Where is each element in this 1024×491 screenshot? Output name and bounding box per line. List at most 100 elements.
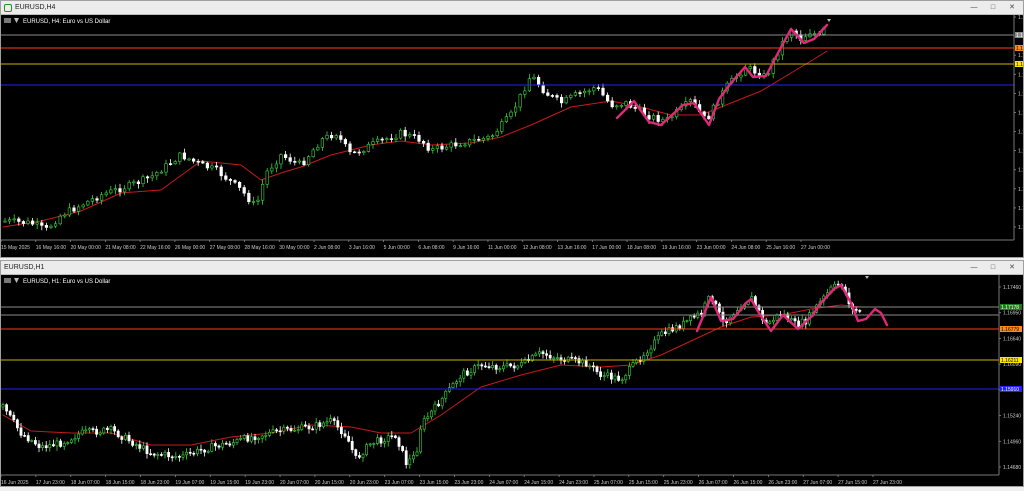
window-title: EURUSD,H4 <box>15 4 56 11</box>
candle <box>59 440 63 447</box>
candle <box>181 454 185 458</box>
minimize-icon[interactable]: — <box>965 1 983 14</box>
x-axis-label: 26 Jun 07:00 <box>699 480 728 486</box>
candle <box>624 375 628 381</box>
candle <box>397 437 401 447</box>
candle <box>350 441 354 450</box>
close-icon[interactable]: ✕ <box>1003 261 1021 274</box>
candle <box>361 454 365 458</box>
candle <box>354 449 358 456</box>
candle <box>647 115 651 120</box>
candle <box>476 364 480 367</box>
chart-canvas[interactable]: 1.174601.169501.166401.160901.155201.152… <box>0 275 1023 486</box>
candle <box>444 390 448 399</box>
candle <box>120 436 124 440</box>
candle <box>224 175 228 180</box>
y-axis-label: 1.14680 <box>1003 465 1021 471</box>
candle <box>90 198 94 202</box>
candle <box>185 452 189 456</box>
candle <box>380 138 384 141</box>
candle <box>555 95 559 98</box>
price-tag-label: 1.1 <box>1016 62 1023 68</box>
chart-canvas[interactable]: 1.11.11.11.11.11.11.11.11.11.11.11.11.11… <box>0 15 1024 257</box>
candle <box>552 357 556 360</box>
minimize-icon[interactable]: — <box>965 261 983 274</box>
candle <box>98 432 102 435</box>
candle <box>559 96 564 104</box>
x-axis-label: 25 Jun 07:00 <box>594 480 623 486</box>
candle <box>81 204 85 208</box>
candle <box>599 371 603 377</box>
price-chart-h4[interactable]: 1.11.11.11.11.11.11.11.11.11.11.11.11.11… <box>0 15 1024 257</box>
price-tag-label: 1.16211 <box>1001 358 1019 364</box>
candle <box>141 176 145 185</box>
chart-symbol-label: EURUSD, H4: Euro vs US Dollar <box>23 19 110 25</box>
candle <box>663 331 667 334</box>
candle <box>53 223 58 227</box>
candle <box>303 424 307 427</box>
candle <box>33 440 37 445</box>
candle <box>113 426 117 432</box>
candle <box>100 194 104 201</box>
candle <box>170 456 174 459</box>
x-axis-label: 26 Jun 23:00 <box>768 480 797 486</box>
candle <box>653 339 657 350</box>
candle <box>739 74 743 78</box>
candle <box>833 283 837 288</box>
candle <box>419 428 423 453</box>
candle <box>116 430 120 438</box>
candle <box>536 76 541 86</box>
close-icon[interactable]: ✕ <box>1003 1 1021 14</box>
candle <box>288 157 292 162</box>
candle <box>578 92 582 94</box>
candle <box>500 121 504 132</box>
candle <box>481 137 486 141</box>
candle <box>617 375 621 381</box>
candle <box>49 225 53 228</box>
candle <box>228 179 233 181</box>
y-axis-label: 1.1 <box>1018 15 1023 21</box>
candle <box>404 450 408 466</box>
candle <box>509 111 513 117</box>
candle <box>307 425 311 430</box>
x-axis-label: 20 Jun 23:00 <box>350 480 379 486</box>
candle <box>462 370 466 379</box>
candle <box>518 93 522 108</box>
candle <box>118 188 122 193</box>
candle <box>238 181 242 188</box>
candle <box>192 158 196 162</box>
candle <box>403 129 407 137</box>
candle <box>454 142 458 147</box>
candle <box>247 192 251 202</box>
maximize-icon[interactable]: □ <box>984 1 1002 14</box>
candle <box>651 115 656 120</box>
y-axis-label: 1.1 <box>1018 187 1023 193</box>
x-axis-label: 17 Jun 00:00 <box>592 245 621 251</box>
x-axis-label: 23 Jun 07:00 <box>385 480 414 486</box>
candle <box>573 357 577 359</box>
y-axis-label: 1.1 <box>1018 225 1023 231</box>
candle <box>58 215 62 225</box>
candle <box>717 303 721 313</box>
candle <box>411 455 415 460</box>
x-axis-label: 27 May 08:00 <box>210 245 241 251</box>
candle <box>77 433 81 439</box>
candle <box>37 443 41 448</box>
x-axis-label: 18 Jun 15:00 <box>106 480 135 486</box>
x-axis-label: 16 Jun 2025 <box>1 480 29 486</box>
y-axis-label: 1.1 <box>1018 206 1023 212</box>
y-axis-label: 1.16950 <box>1003 311 1021 317</box>
candle <box>293 429 297 432</box>
symbol-flag-icon <box>4 278 11 283</box>
candle <box>595 366 599 372</box>
y-axis-label: 1.1 <box>1018 91 1023 97</box>
price-chart-h1[interactable]: 1.174601.169501.166401.160901.155201.152… <box>0 275 1023 486</box>
candle <box>149 453 153 456</box>
candle <box>104 192 108 196</box>
window-titlebar[interactable]: EURUSD,H4 — □ ✕ <box>1 1 1023 15</box>
candle <box>297 160 302 163</box>
x-axis-label: 16 May 16:00 <box>36 245 67 251</box>
x-axis-label: 3 Jun 16:00 <box>349 245 375 251</box>
window-titlebar[interactable]: EURUSD,H1 — □ ✕ <box>1 261 1023 275</box>
maximize-icon[interactable]: □ <box>984 261 1002 274</box>
